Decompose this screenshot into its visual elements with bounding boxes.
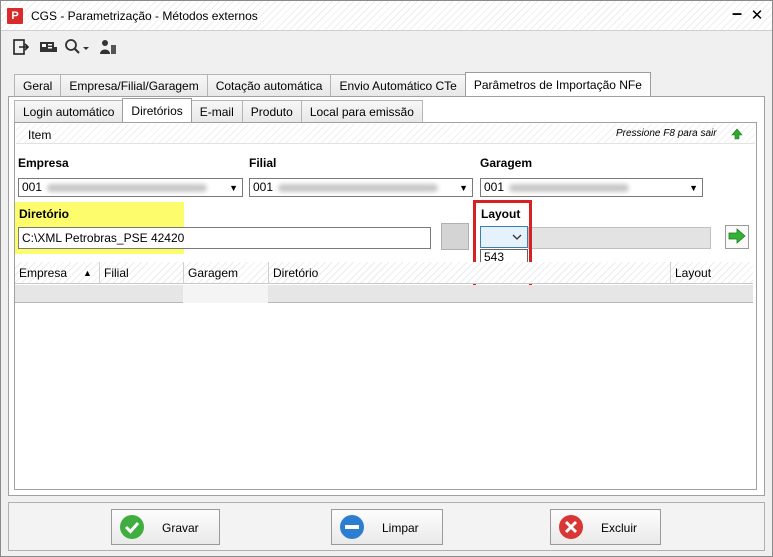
filial-code: 001: [253, 180, 274, 194]
garagem-label: Garagem: [480, 156, 533, 170]
tab-cotacao-automatica[interactable]: Cotação automática: [206, 74, 332, 96]
tab-geral[interactable]: Geral: [14, 74, 62, 96]
col-empresa[interactable]: Empresa ▲: [15, 262, 99, 284]
dropdown-arrow-icon: ▼: [689, 183, 698, 193]
redacted-text: [47, 184, 207, 192]
col-garagem[interactable]: Garagem: [183, 262, 268, 284]
col-layout[interactable]: Layout: [670, 262, 753, 284]
card-icon[interactable]: [38, 38, 58, 56]
empresa-code: 001: [22, 180, 43, 194]
tab-empresa-filial-garagem[interactable]: Empresa/Filial/Garagem: [60, 74, 208, 96]
arrow-up-icon[interactable]: [731, 128, 743, 143]
item-label: Item: [28, 128, 52, 142]
dropdown-arrow-icon: ▼: [459, 183, 468, 193]
delete-icon: [559, 515, 583, 539]
check-icon: [120, 515, 144, 539]
browse-button[interactable]: [441, 223, 469, 250]
add-row-button[interactable]: [725, 225, 749, 249]
garagem-code: 001: [484, 180, 505, 194]
sort-asc-icon: ▲: [83, 268, 92, 278]
tab-diretorios[interactable]: Diretórios: [122, 98, 192, 122]
table-cell: [183, 285, 268, 303]
gravar-button[interactable]: Gravar: [111, 509, 220, 545]
table-row[interactable]: [15, 285, 753, 303]
col-diretorio[interactable]: Diretório: [268, 262, 670, 284]
diretorio-input[interactable]: C:\XML Petrobras_PSE 42420: [18, 227, 431, 249]
col-empresa-label: Empresa: [19, 266, 68, 280]
title-bar: P CGS - Parametrização - Métodos externo…: [1, 1, 772, 31]
filial-select[interactable]: 001 ▼: [249, 178, 473, 197]
limpar-button[interactable]: Limpar: [331, 509, 443, 545]
empresa-select[interactable]: 001 ▼: [18, 178, 243, 197]
col-filial[interactable]: Filial: [99, 262, 183, 284]
limpar-label: Limpar: [382, 521, 419, 535]
dropdown-arrow-icon: ▼: [229, 183, 238, 193]
exit-icon[interactable]: [12, 38, 30, 56]
filial-label: Filial: [249, 156, 277, 170]
diretorio-label: Diretório: [19, 207, 70, 221]
tab-envio-automatico-cte[interactable]: Envio Automático CTe: [330, 74, 466, 96]
item-bar: Item Pressione F8 para sair: [16, 124, 755, 144]
empresa-label: Empresa: [18, 156, 69, 170]
main-tab-strip: Geral Empresa/Filial/Garagem Cotação aut…: [14, 72, 651, 96]
arrow-right-icon: [728, 227, 746, 247]
excluir-button[interactable]: Excluir: [550, 509, 661, 545]
gravar-label: Gravar: [162, 521, 199, 535]
redacted-text: [278, 184, 438, 192]
app-window: P CGS - Parametrização - Métodos externo…: [0, 0, 773, 557]
minimize-button[interactable]: –: [729, 3, 745, 24]
window-title: CGS - Parametrização - Métodos externos: [31, 9, 258, 23]
toolbar: [1, 32, 772, 62]
close-button[interactable]: ✕: [749, 6, 765, 24]
excluir-label: Excluir: [601, 521, 638, 535]
app-logo-icon: P: [7, 8, 23, 24]
search-icon[interactable]: [63, 38, 91, 56]
tab-parametros-importacao-nfe[interactable]: Parâmetros de Importação NFe: [464, 72, 651, 96]
layout-description-field: [528, 227, 711, 249]
exit-hint: Pressione F8 para sair: [616, 128, 717, 139]
redacted-text: [509, 184, 629, 192]
user-icon[interactable]: [98, 38, 118, 56]
garagem-select[interactable]: 001 ▼: [480, 178, 703, 197]
grid-header: Empresa ▲ Filial Garagem Diretório Layou…: [15, 262, 753, 284]
minus-icon: [340, 515, 364, 539]
